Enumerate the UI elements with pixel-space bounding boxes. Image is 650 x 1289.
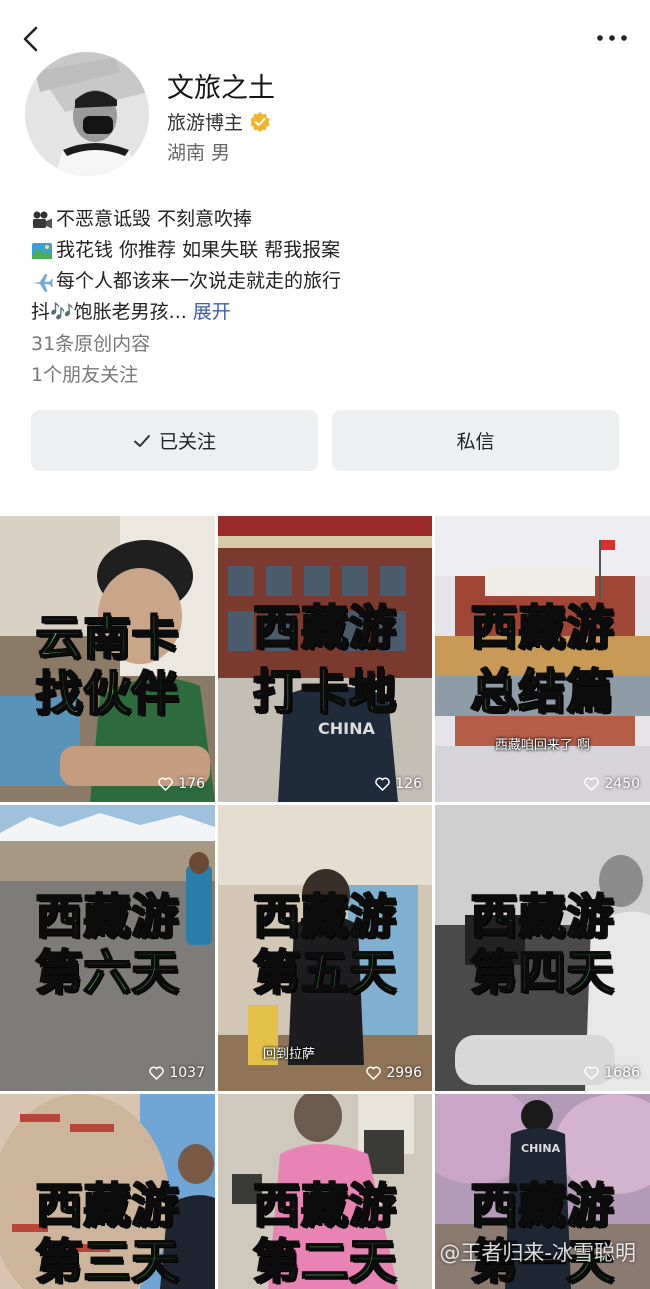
video-caption-line-2: 找伙伴 bbox=[35, 666, 180, 723]
like-count: 1037 bbox=[149, 1065, 205, 1081]
message-button[interactable]: 私信 bbox=[332, 410, 619, 471]
video-tile[interactable]: CHINA 西藏游 打卡地 126 bbox=[218, 516, 432, 802]
video-caption-line-2: 第五天 bbox=[252, 945, 397, 1002]
expand-bio-link[interactable]: 展开 bbox=[193, 297, 231, 328]
like-count-value: 176 bbox=[178, 776, 205, 792]
video-caption-line-2: 总结篇 bbox=[470, 664, 615, 721]
video-tile[interactable]: 西藏游 第六天 1037 bbox=[0, 805, 215, 1091]
like-count-value: 126 bbox=[395, 776, 422, 792]
video-caption-line-1: 西藏游 bbox=[35, 1178, 180, 1235]
video-caption-line-2: 第六天 bbox=[35, 945, 180, 1002]
heart-icon bbox=[375, 777, 391, 791]
video-caption-line-1: 西藏游 bbox=[252, 600, 397, 657]
video-tile[interactable]: 西藏游 第四天 1686 bbox=[435, 805, 650, 1091]
like-count-value: 2450 bbox=[604, 776, 640, 792]
bio-line-4: 抖🎶饱胀老男孩... 展开 bbox=[31, 297, 621, 328]
airplane-icon bbox=[33, 273, 53, 292]
movie-camera-icon bbox=[33, 211, 52, 228]
video-thumbnail: CHINA bbox=[218, 516, 432, 802]
followed-button[interactable]: 已关注 bbox=[31, 410, 318, 471]
bio-text-2: 我花钱 你推荐 如果失联 帮我报案 bbox=[56, 239, 341, 261]
profile-name: 文旅之土 bbox=[167, 73, 275, 104]
bio-line-1: 不恶意诋毁 不刻意吹捧 bbox=[31, 204, 621, 235]
video-caption-line-1: 西藏游 bbox=[470, 600, 615, 657]
friends-following-count[interactable]: 1个朋友关注 bbox=[31, 360, 138, 387]
profile-avatar[interactable] bbox=[25, 52, 149, 176]
video-thumbnail bbox=[435, 516, 650, 802]
watermark-text: @王者归来-冰雪聪明 bbox=[439, 1241, 636, 1265]
heart-icon bbox=[584, 1066, 600, 1080]
video-tile[interactable]: 西藏游 总结篇 西藏咱回来了 啊 2450 bbox=[435, 516, 650, 802]
video-caption-line-1: 西藏游 bbox=[35, 889, 180, 946]
video-subtitle: 回到拉萨 bbox=[262, 1047, 315, 1062]
profile-role: 旅游博主 bbox=[167, 108, 271, 135]
heart-icon bbox=[158, 777, 174, 791]
picture-icon bbox=[32, 242, 52, 259]
video-tile[interactable]: 西藏游 第三天 bbox=[0, 1094, 215, 1289]
like-count: 2450 bbox=[584, 776, 640, 792]
video-caption-line-2: 第四天 bbox=[470, 945, 615, 1002]
video-caption-line-1: 西藏游 bbox=[252, 1178, 397, 1235]
video-caption-line-2: 第二天 bbox=[252, 1234, 397, 1289]
like-count-value: 2996 bbox=[386, 1065, 422, 1081]
heart-icon bbox=[149, 1066, 165, 1080]
bio-line-3: 每个人都该来一次说走就走的旅行 bbox=[31, 266, 621, 297]
video-caption-line-1: 西藏游 bbox=[470, 1178, 615, 1235]
followed-button-label: 已关注 bbox=[158, 431, 216, 453]
video-caption-line-1: 西藏游 bbox=[470, 889, 615, 946]
video-caption-line-2: 打卡地 bbox=[252, 664, 397, 721]
verified-badge-icon bbox=[250, 111, 270, 132]
video-tile[interactable]: 西藏游 第五天 回到拉萨 2996 bbox=[218, 805, 432, 1091]
heart-icon bbox=[366, 1066, 382, 1080]
video-tile[interactable]: 西藏游 第二天 bbox=[218, 1094, 432, 1289]
bio-text-4: 抖🎶饱胀老男孩... bbox=[31, 301, 187, 323]
profile-bio: 不恶意诋毁 不刻意吹捧 我花钱 你推荐 如果失联 帮我报案 每个人都该来一次说走… bbox=[31, 204, 621, 328]
bio-line-2: 我花钱 你推荐 如果失联 帮我报案 bbox=[31, 235, 621, 266]
like-count-value: 1686 bbox=[604, 1065, 640, 1081]
video-caption-line-2: 第三天 bbox=[35, 1234, 180, 1289]
check-icon bbox=[133, 434, 150, 447]
more-options-icon[interactable] bbox=[594, 28, 630, 48]
like-count: 1686 bbox=[584, 1065, 640, 1081]
like-count: 126 bbox=[375, 776, 422, 792]
like-count: 176 bbox=[158, 776, 205, 792]
bio-text-3: 每个人都该来一次说走就走的旅行 bbox=[56, 270, 342, 292]
back-arrow-icon[interactable] bbox=[16, 22, 46, 56]
like-count-value: 1037 bbox=[169, 1065, 205, 1081]
bio-text-1: 不恶意诋毁 不刻意吹捧 bbox=[56, 208, 253, 230]
role-label: 旅游博主 bbox=[167, 112, 244, 134]
like-count: 2996 bbox=[366, 1065, 422, 1081]
video-caption-line-1: 云南卡 bbox=[35, 610, 180, 667]
video-tile[interactable]: 云南卡 找伙伴 176 bbox=[0, 516, 215, 802]
svg-text:CHINA: CHINA bbox=[521, 1142, 561, 1155]
original-content-count[interactable]: 31条原创内容 bbox=[31, 329, 150, 356]
profile-location: 湖南 男 bbox=[167, 142, 231, 164]
video-caption-line-1: 西藏游 bbox=[252, 889, 397, 946]
heart-icon bbox=[584, 777, 600, 791]
video-subtitle: 西藏咱回来了 啊 bbox=[494, 738, 591, 753]
message-button-label: 私信 bbox=[456, 431, 495, 453]
video-grid: 云南卡 找伙伴 176 CHINA 西藏游 打卡地 126 西藏游 总结篇 西藏… bbox=[0, 516, 650, 1289]
